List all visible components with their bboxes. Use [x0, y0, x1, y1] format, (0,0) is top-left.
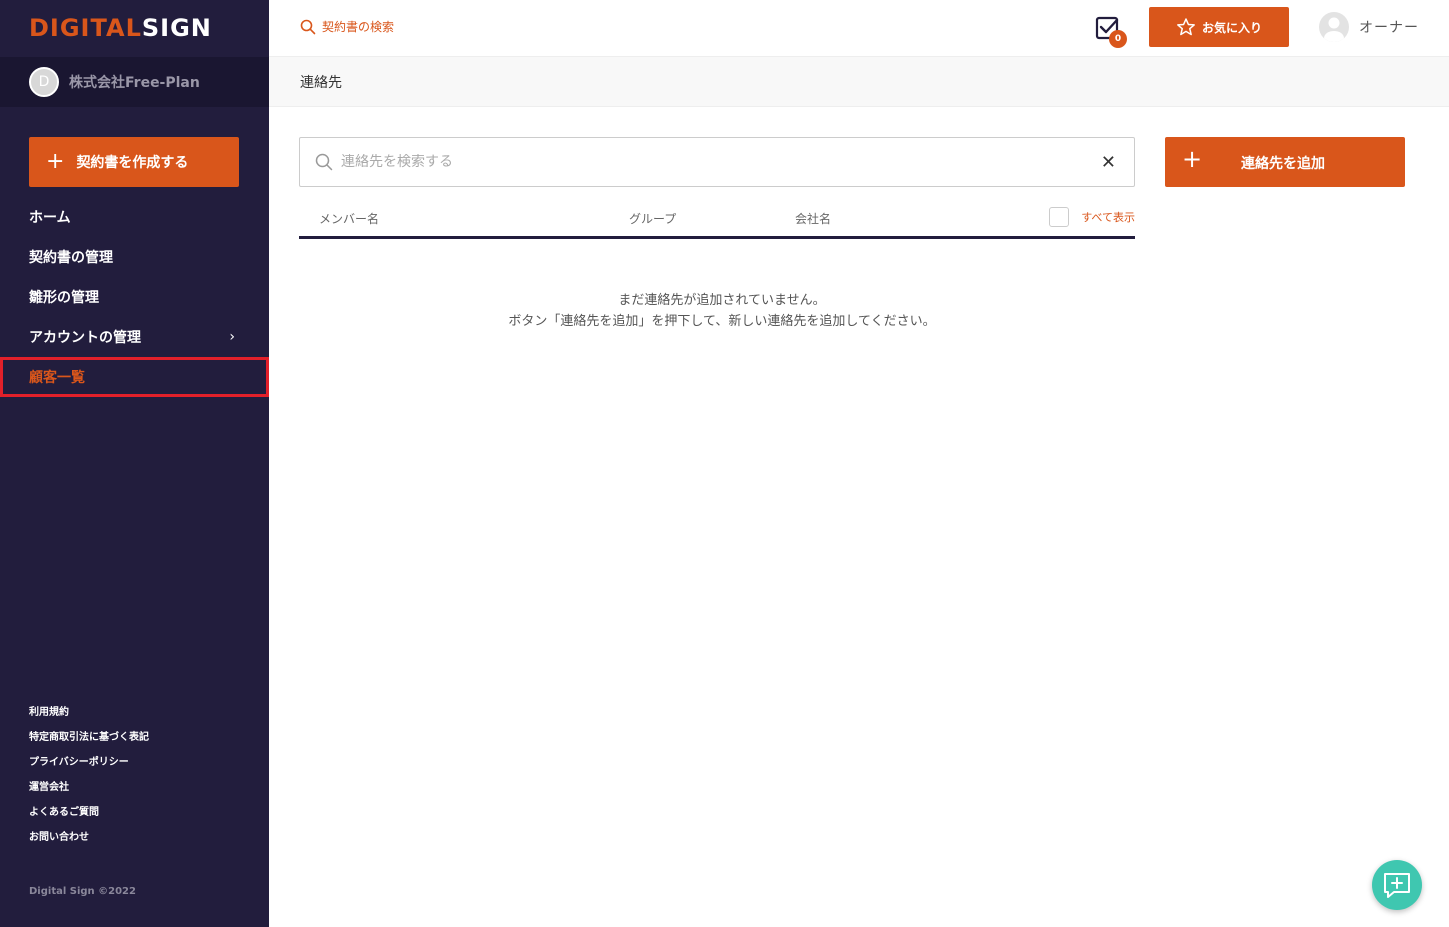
- copyright: Digital Sign ©2022: [29, 886, 136, 897]
- contact-search-box: ✕: [299, 137, 1135, 187]
- contact-search-input[interactable]: [341, 154, 1081, 170]
- company-link[interactable]: 運営会社: [29, 778, 149, 803]
- logo-text-digital: DIGITAL: [29, 14, 142, 42]
- sidebar-item-home[interactable]: ホーム: [0, 197, 269, 237]
- empty-state: まだ連絡先が追加されていません。 ボタン「連絡先を追加」を押下して、新しい連絡先…: [299, 290, 1145, 332]
- avatar: [1319, 12, 1349, 42]
- page-title: 連絡先: [300, 74, 342, 91]
- org-name: 株式会社Free-Plan: [69, 75, 200, 91]
- create-contract-button[interactable]: + 契約書を作成する: [29, 137, 239, 187]
- chevron-right-icon: ›: [229, 329, 235, 345]
- sidebar-nav: ホーム 契約書の管理 雛形の管理 アカウントの管理 › 顧客一覧: [0, 197, 269, 397]
- search-icon: [300, 19, 316, 34]
- faq-link[interactable]: よくあるご質問: [29, 803, 149, 828]
- org-avatar: D: [29, 67, 59, 97]
- column-header-company[interactable]: 会社名: [795, 210, 831, 227]
- chat-add-icon: [1384, 873, 1410, 898]
- privacy-policy-link[interactable]: プライバシーポリシー: [29, 753, 149, 778]
- favorites-label: お気に入り: [1201, 20, 1262, 35]
- sidebar-item-templates[interactable]: 雛形の管理: [0, 277, 269, 317]
- footer-links: 利用規約 特定商取引法に基づく表記 プライバシーポリシー 運営会社 よくあるご質…: [29, 703, 149, 853]
- add-contact-label: 連絡先を追加: [1241, 156, 1325, 172]
- breadcrumb: 連絡先: [269, 57, 1449, 107]
- user-menu[interactable]: オーナー: [1319, 12, 1419, 42]
- user-name: オーナー: [1359, 20, 1419, 36]
- logo-text-sign: SIGN: [141, 14, 212, 42]
- task-count-badge: 0: [1109, 30, 1127, 48]
- plus-icon: +: [46, 149, 65, 174]
- sidebar-item-label: アカウントの管理: [29, 330, 141, 346]
- sidebar-item-label: 契約書の管理: [29, 250, 113, 266]
- create-contract-label: 契約書を作成する: [76, 155, 189, 171]
- add-contact-button[interactable]: + 連絡先を追加: [1165, 137, 1405, 187]
- search-icon: [315, 153, 333, 171]
- close-icon[interactable]: ✕: [1101, 152, 1116, 173]
- show-all-toggle[interactable]: すべて表示: [1049, 207, 1135, 227]
- contact-link[interactable]: お問い合わせ: [29, 828, 149, 853]
- sidebar-item-accounts[interactable]: アカウントの管理 ›: [0, 317, 269, 357]
- terms-link[interactable]: 利用規約: [29, 703, 149, 728]
- sidebar: DIGITALSIGN D 株式会社Free-Plan + 契約書を作成する ホ…: [0, 0, 269, 927]
- chat-support-button[interactable]: [1372, 860, 1422, 910]
- show-all-label: すべて表示: [1081, 211, 1135, 224]
- app-logo[interactable]: DIGITALSIGN: [29, 14, 212, 42]
- show-all-checkbox[interactable]: [1049, 207, 1070, 227]
- table-header: メンバー名 グループ 会社名 すべて表示: [299, 205, 1135, 239]
- column-header-member[interactable]: メンバー名: [319, 210, 379, 227]
- star-icon: [1177, 18, 1195, 36]
- empty-state-line-1: まだ連絡先が追加されていません。: [618, 293, 826, 308]
- top-bar: 契約書の検索 0 お気に入り オーナー: [269, 0, 1449, 57]
- user-icon: [1324, 17, 1344, 42]
- empty-state-line-2: ボタン「連絡先を追加」を押下して、新しい連絡先を追加してください。: [508, 314, 936, 329]
- favorites-button[interactable]: お気に入り: [1149, 7, 1289, 47]
- sidebar-item-label: 雛形の管理: [29, 290, 99, 306]
- sidebar-item-label: ホーム: [29, 210, 71, 226]
- sidebar-item-customers[interactable]: 顧客一覧: [0, 357, 269, 397]
- plus-icon: +: [1182, 145, 1203, 173]
- sidebar-item-label: 顧客一覧: [29, 370, 85, 386]
- column-header-group[interactable]: グループ: [629, 210, 676, 227]
- org-switcher[interactable]: D 株式会社Free-Plan: [0, 57, 269, 107]
- commercial-law-link[interactable]: 特定商取引法に基づく表記: [29, 728, 149, 753]
- sidebar-item-contracts[interactable]: 契約書の管理: [0, 237, 269, 277]
- contract-search-label: 契約書の検索: [322, 20, 395, 34]
- contract-search-link[interactable]: 契約書の検索: [300, 18, 394, 35]
